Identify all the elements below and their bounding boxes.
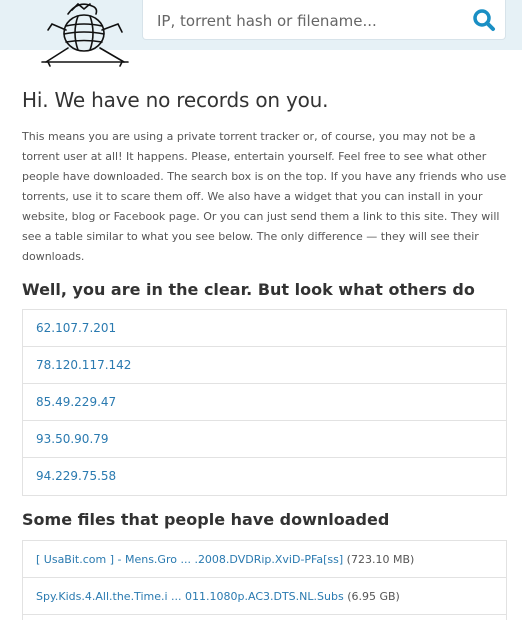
list-item: 78.120.117.142 — [23, 347, 506, 384]
ip-link[interactable]: 62.107.7.201 — [36, 321, 116, 335]
file-list: [ UsaBit.com ] - Mens.Gro ... .2008.DVDR… — [22, 540, 507, 620]
list-item: 85.49.229.47 — [23, 384, 506, 421]
search-icon — [473, 9, 495, 31]
list-item: [ UsaBit.com ] - Mens.Gro ... .2008.DVDR… — [23, 541, 506, 578]
ips-section-title: Well, you are in the clear. But look wha… — [22, 280, 475, 299]
files-section-title: Some files that people have downloaded — [22, 510, 390, 529]
page-title: Hi. We have no records on you. — [22, 88, 329, 112]
ip-link[interactable]: 85.49.229.47 — [36, 395, 116, 409]
list-item: 94.229.75.58 — [23, 458, 506, 495]
ip-link[interactable]: 94.229.75.58 — [36, 469, 116, 483]
list-item: 93.50.90.79 — [23, 421, 506, 458]
ip-link[interactable]: 93.50.90.79 — [36, 432, 109, 446]
search-box — [142, 0, 506, 40]
list-item: 62.107.7.201 — [23, 310, 506, 347]
ip-link[interactable]: 78.120.117.142 — [36, 358, 131, 372]
file-size: (723.10 MB) — [346, 553, 415, 566]
pirate-globe-logo-icon — [41, 2, 129, 67]
logo[interactable] — [38, 0, 132, 68]
intro-paragraph: This means you are using a private torre… — [22, 130, 507, 263]
search-button[interactable] — [471, 7, 497, 33]
ip-list: 62.107.7.201 78.120.117.142 85.49.229.47… — [22, 309, 507, 496]
search-input[interactable] — [155, 7, 459, 35]
file-link[interactable]: [ UsaBit.com ] - Mens.Gro ... .2008.DVDR… — [36, 553, 343, 566]
